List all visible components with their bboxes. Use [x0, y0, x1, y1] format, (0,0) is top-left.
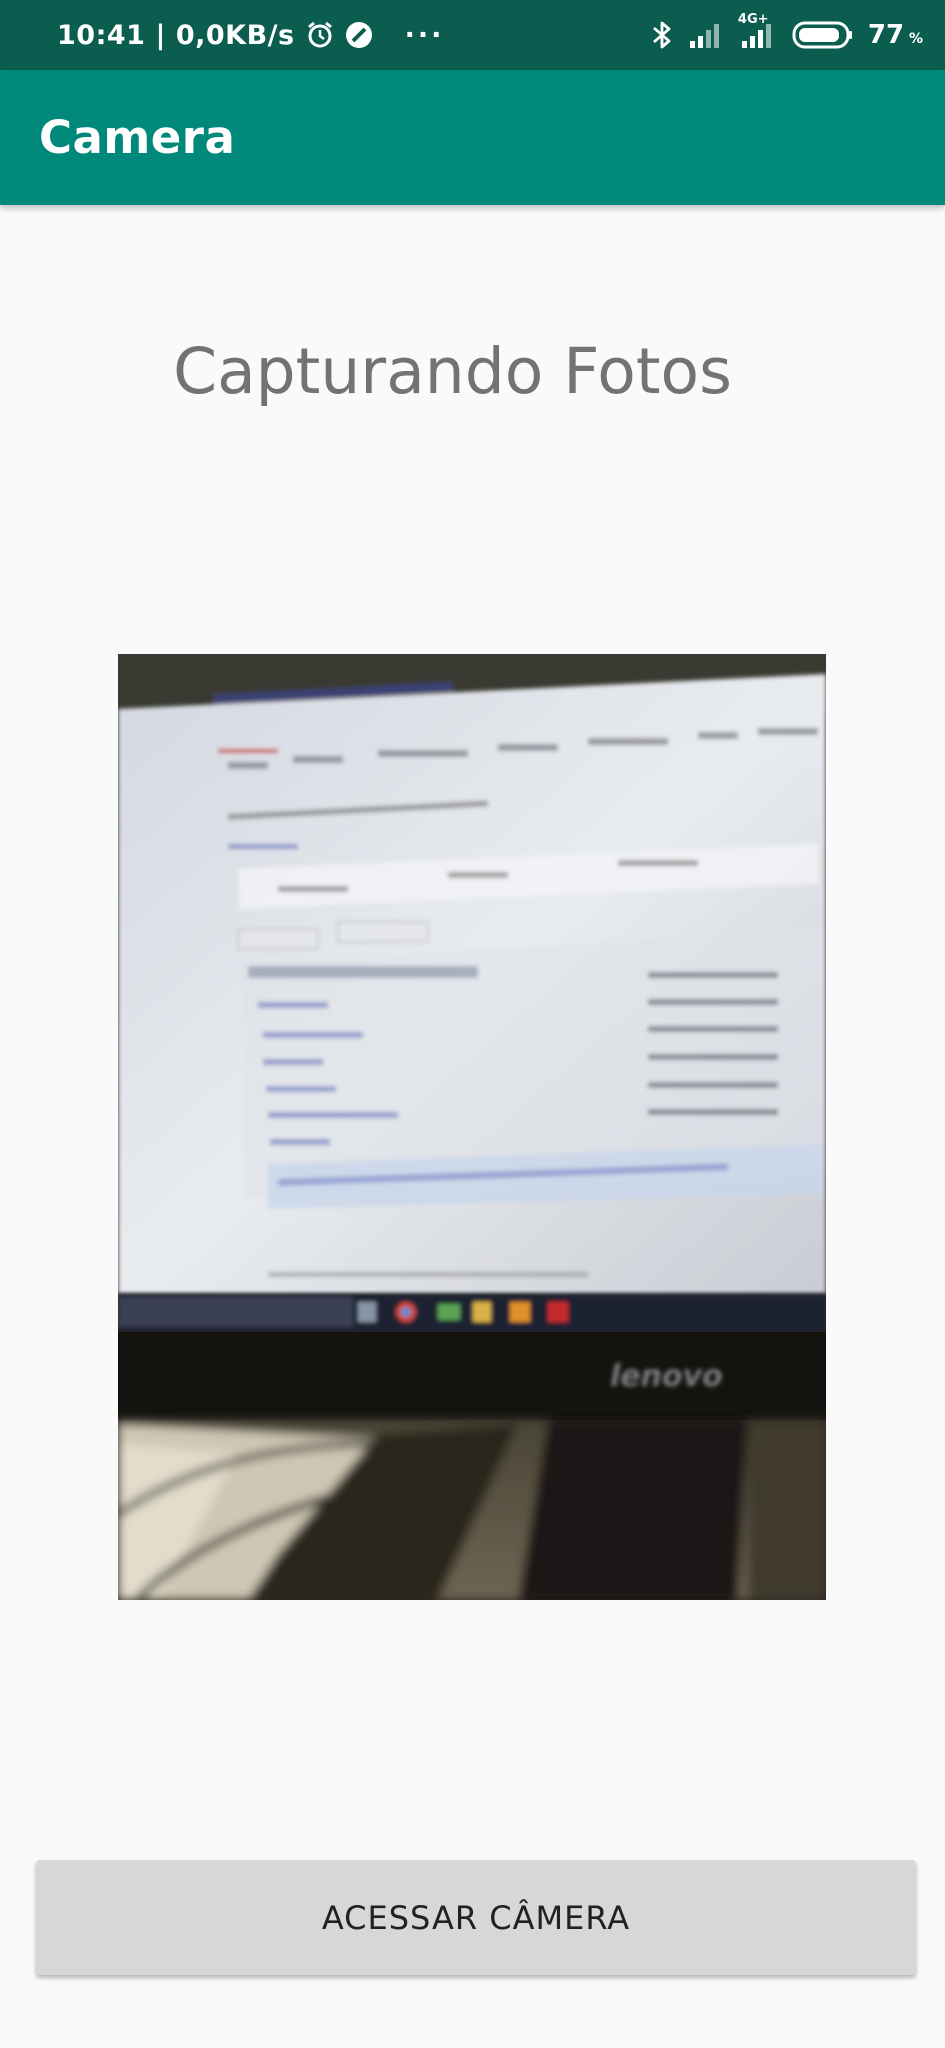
bluetooth-icon — [650, 19, 674, 51]
status-bar: 10:41 | 0,0KB/s ··· 4G+ 77 % — [0, 0, 945, 70]
captured-photo: lenovo — [118, 654, 826, 1600]
status-time: 10:41 — [57, 19, 146, 51]
battery-level: 77 % — [867, 20, 923, 50]
status-network-speed: 0,0KB/s — [175, 19, 295, 51]
battery-icon — [792, 20, 854, 50]
network-type-label: 4G+ — [737, 12, 769, 27]
status-bar-left: 10:41 | 0,0KB/s ··· — [57, 20, 444, 51]
do-not-disturb-icon — [345, 21, 373, 49]
signal-4g-icon: 4G+ — [738, 12, 778, 50]
page-heading: Capturando Fotos — [173, 335, 732, 408]
app-bar: Camera — [0, 70, 945, 205]
status-more-icon: ··· — [404, 19, 445, 51]
signal-icon — [688, 21, 724, 49]
open-camera-button[interactable]: ACESSAR CÂMERA — [36, 1860, 916, 1975]
alarm-clock-icon — [305, 20, 335, 50]
photo-brand-text: lenovo — [610, 1359, 723, 1394]
app-title: Camera — [39, 111, 236, 164]
status-separator: | — [155, 19, 166, 51]
status-bar-right: 4G+ 77 % — [650, 12, 923, 51]
